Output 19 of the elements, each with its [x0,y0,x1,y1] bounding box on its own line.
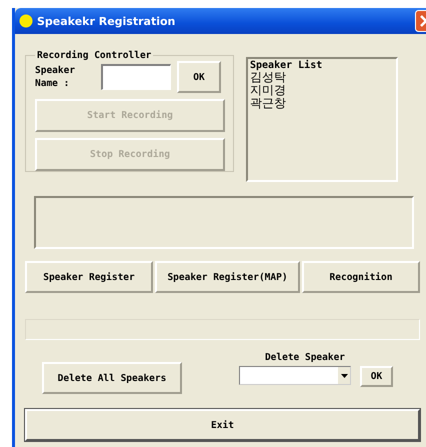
speaker-list-item[interactable]: 곽근창 [250,97,394,110]
action-button[interactable]: Recognition [302,261,420,293]
speaker-name-field[interactable] [101,64,171,90]
circle-icon [19,14,33,28]
group-title: Recording Controller [36,50,152,61]
speaker-dropdown[interactable] [239,366,351,385]
speaker-list-item[interactable]: 김성탁 [250,71,394,84]
speaker-list-item[interactable]: 지미경 [250,84,394,97]
action-button[interactable]: Speaker Register [25,261,153,293]
dropdown-arrow-icon [340,374,348,378]
delete-speaker-label: Delete Speaker [264,352,346,363]
exit-button[interactable]: Exit [25,409,420,441]
action-button[interactable]: Speaker Register(MAP) [155,261,300,293]
ok-button[interactable]: OK [360,366,393,387]
ok-button[interactable]: OK [177,61,221,93]
delete-all-button[interactable]: Delete All Speakers [42,362,182,394]
list-header: Speaker List [250,60,324,71]
speaker-name-label: Speaker Name : [35,64,76,90]
window-title: Speakekr Registration [37,14,176,28]
